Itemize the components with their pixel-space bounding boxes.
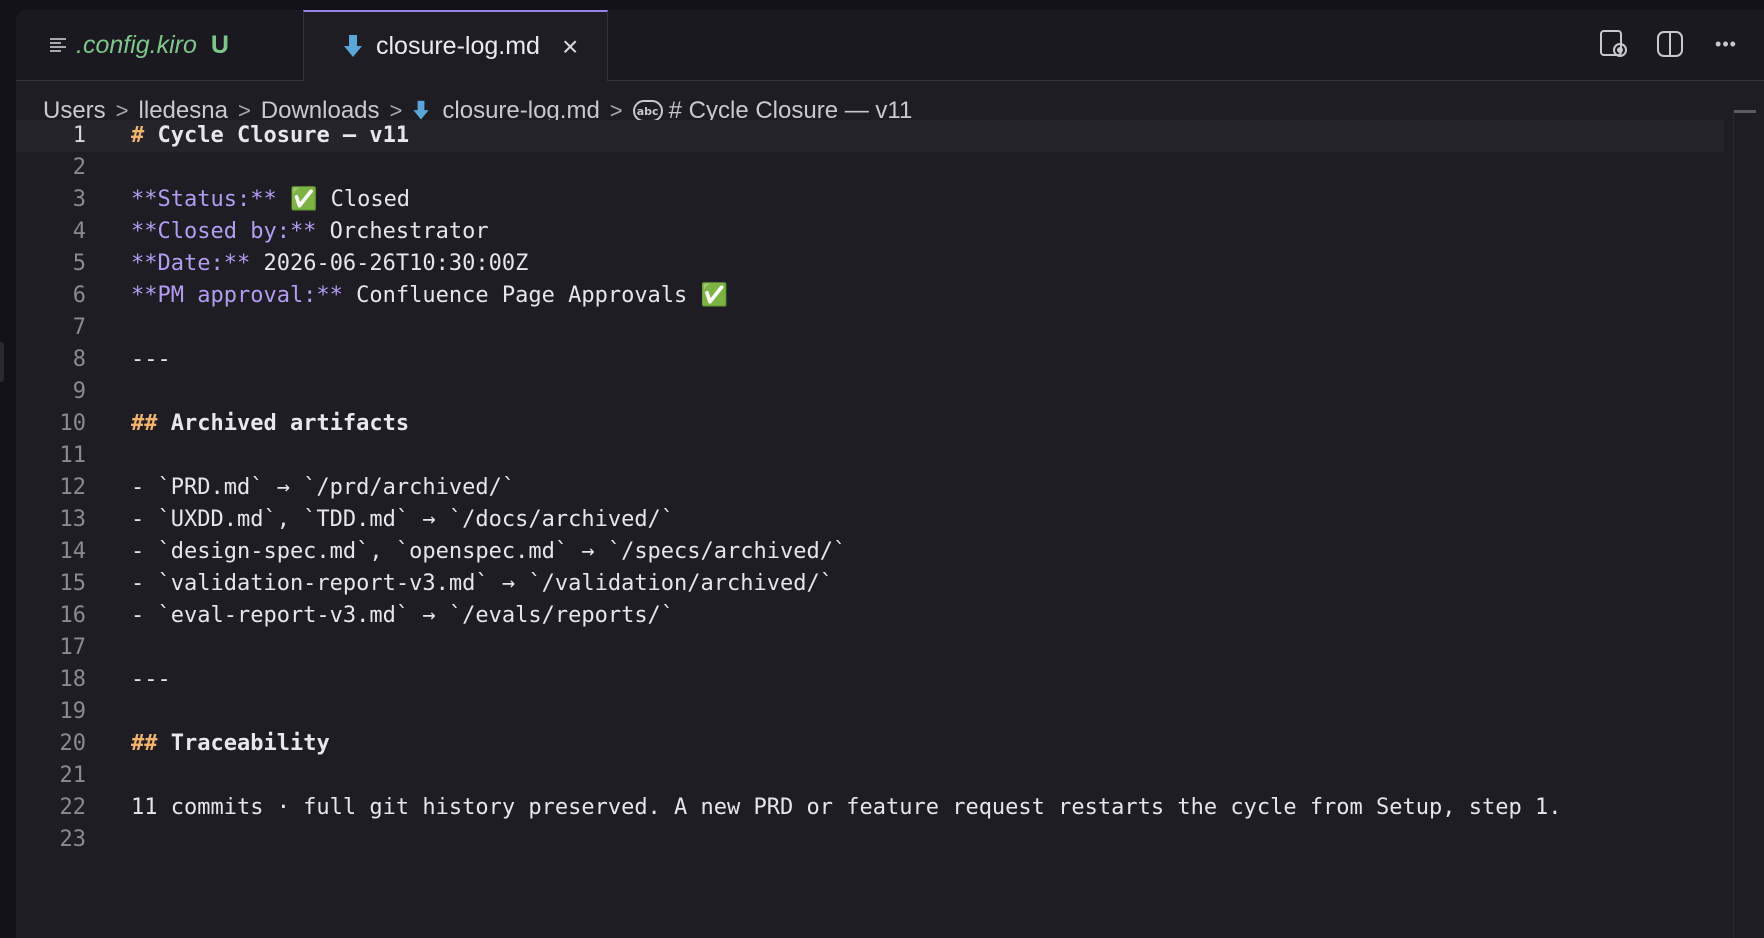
- code-line[interactable]: 19: [16, 696, 1724, 728]
- untracked-badge: U: [210, 30, 229, 59]
- line-text: - `UXDD.md`, `TDD.md` → `/docs/archived/…: [131, 507, 675, 532]
- code-line[interactable]: 20 ## Traceability: [16, 728, 1724, 760]
- line-number: 20: [59, 731, 87, 756]
- tab-config-kiro[interactable]: .config.kiro U: [16, 10, 303, 80]
- line-number: 8: [72, 347, 86, 372]
- code-line[interactable]: 3 **Status:** ✅ Closed: [16, 184, 1724, 216]
- editor-actions: •••: [1596, 26, 1744, 62]
- line-number: 23: [59, 827, 87, 852]
- line-text: - `design-spec.md`, `openspec.md` → `/sp…: [131, 539, 847, 564]
- sidebar-resize-handle[interactable]: [0, 342, 4, 382]
- tab-closure-log[interactable]: closure-log.md ×: [303, 10, 608, 81]
- code-line[interactable]: 6 **PM approval:** Confluence Page Approv…: [16, 280, 1724, 312]
- line-number: 6: [72, 283, 86, 308]
- line-number: 13: [59, 507, 87, 532]
- tab-bar: .config.kiro U closure-log.md × •••: [16, 10, 1764, 81]
- line-number: 5: [72, 251, 86, 276]
- line-text: **Date:** 2026-06-26T10:30:00Z: [131, 251, 529, 276]
- line-number: 10: [59, 411, 87, 436]
- close-tab-icon[interactable]: ×: [562, 31, 578, 63]
- line-number: 1: [72, 123, 86, 148]
- code-line[interactable]: 11: [16, 440, 1724, 472]
- list-lines-icon: [50, 37, 66, 53]
- more-actions-icon[interactable]: •••: [1708, 26, 1744, 62]
- code-line[interactable]: 12 - `PRD.md` → `/prd/archived/`: [16, 472, 1724, 504]
- line-text: ---: [131, 667, 171, 692]
- code-line[interactable]: 5 **Date:** 2026-06-26T10:30:00Z: [16, 248, 1724, 280]
- editor-window: .config.kiro U closure-log.md × ••• User…: [16, 10, 1764, 938]
- code-line[interactable]: 15 - `validation-report-v3.md` → `/valida…: [16, 568, 1724, 600]
- line-number: 4: [72, 219, 86, 244]
- line-number: 22: [59, 795, 87, 820]
- vertical-scrollbar[interactable]: [1733, 110, 1756, 938]
- code-line[interactable]: 2: [16, 152, 1724, 184]
- open-preview-icon[interactable]: [1596, 26, 1632, 62]
- line-number: 7: [72, 315, 86, 340]
- code-line[interactable]: 8 ---: [16, 344, 1724, 376]
- line-text: ---: [131, 347, 171, 372]
- line-number: 18: [59, 667, 87, 692]
- left-sidebar-edge: [0, 0, 16, 938]
- code-line[interactable]: 4 **Closed by:** Orchestrator: [16, 216, 1724, 248]
- line-text: **PM approval:** Confluence Page Approva…: [131, 283, 728, 308]
- code-line[interactable]: 17: [16, 632, 1724, 664]
- code-line[interactable]: 16 - `eval-report-v3.md` → `/evals/report…: [16, 600, 1724, 632]
- line-number: 3: [72, 187, 86, 212]
- line-text: # Cycle Closure — v11: [131, 123, 410, 148]
- code-line[interactable]: 13 - `UXDD.md`, `TDD.md` → `/docs/archive…: [16, 504, 1724, 536]
- line-number: 9: [72, 379, 86, 404]
- line-text: - `eval-report-v3.md` → `/evals/reports/…: [131, 603, 675, 628]
- line-number: 12: [59, 475, 87, 500]
- line-text: ## Archived artifacts: [131, 411, 410, 436]
- markdown-down-arrow-icon: [413, 100, 430, 121]
- markdown-down-arrow-icon: [344, 34, 362, 59]
- code-line[interactable]: 1 # Cycle Closure — v11: [16, 120, 1724, 152]
- code-line[interactable]: 23: [16, 824, 1724, 856]
- code-editor[interactable]: 1 # Cycle Closure — v11 2 3 **Status:** ✅ Cl…: [16, 120, 1764, 938]
- line-text: - `validation-report-v3.md` → `/validati…: [131, 571, 833, 596]
- code-line[interactable]: 14 - `design-spec.md`, `openspec.md` → `/…: [16, 536, 1724, 568]
- line-number: 17: [59, 635, 87, 660]
- line-text: **Status:** ✅ Closed: [131, 187, 411, 212]
- code-line[interactable]: 10 ## Archived artifacts: [16, 408, 1724, 440]
- line-text: ## Traceability: [131, 731, 330, 756]
- line-text: **Closed by:** Orchestrator: [131, 219, 489, 244]
- split-editor-icon[interactable]: [1652, 26, 1688, 62]
- string-symbol-icon: abc: [632, 100, 663, 122]
- line-number: 21: [59, 763, 87, 788]
- code-line[interactable]: 21: [16, 760, 1724, 792]
- line-number: 11: [59, 443, 87, 468]
- scroll-position-marker: [1734, 110, 1756, 113]
- code-line[interactable]: 18 ---: [16, 664, 1724, 696]
- line-text: 11 commits · full git history preserved.…: [131, 795, 1562, 820]
- code-line[interactable]: 22 11 commits · full git history preserve…: [16, 792, 1724, 824]
- line-number: 15: [59, 571, 87, 596]
- tab-label: .config.kiro: [76, 30, 197, 59]
- code-line[interactable]: 7: [16, 312, 1724, 344]
- line-text: - `PRD.md` → `/prd/archived/`: [131, 475, 516, 500]
- tab-label: closure-log.md: [376, 32, 540, 60]
- line-number: 2: [72, 155, 86, 180]
- line-number: 14: [59, 539, 87, 564]
- line-number: 16: [59, 603, 87, 628]
- line-number: 19: [59, 699, 87, 724]
- code-line[interactable]: 9: [16, 376, 1724, 408]
